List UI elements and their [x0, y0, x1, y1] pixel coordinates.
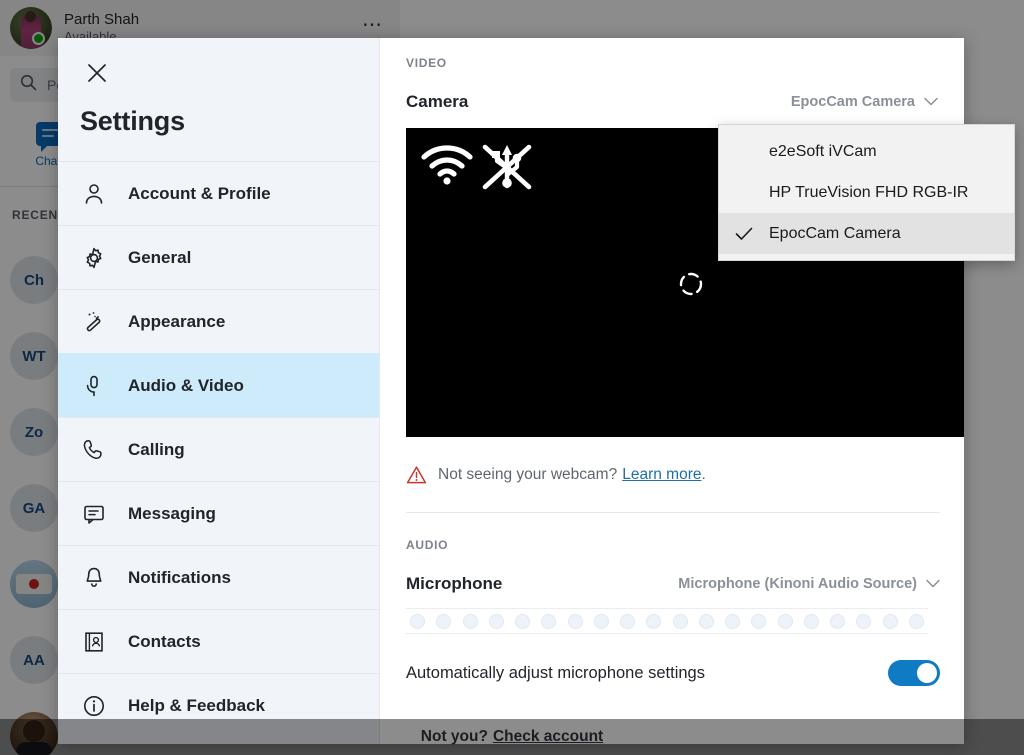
mic-level-segment — [410, 613, 425, 629]
sidebar-item-label: General — [128, 247, 192, 267]
sidebar-item-label: Calling — [128, 439, 185, 459]
webcam-warning: Not seeing your webcam? Learn more . — [406, 465, 938, 485]
auto-adjust-label: Automatically adjust microphone settings — [406, 663, 705, 682]
preview-status-icons — [420, 142, 534, 195]
mic-level-segment — [698, 613, 714, 629]
chevron-down-icon — [924, 94, 938, 110]
sidebar-item-label: Help & Feedback — [128, 695, 265, 715]
close-icon — [86, 62, 108, 89]
mic-level-segment — [751, 613, 767, 629]
microphone-select[interactable]: Microphone (Kinoni Audio Source) — [678, 576, 940, 592]
sidebar-item-label: Contacts — [128, 631, 201, 651]
sidebar-item-general[interactable]: General — [58, 225, 379, 289]
mic-level-segment — [515, 613, 530, 629]
camera-label: Camera — [406, 92, 469, 111]
info-circle-icon — [82, 694, 112, 718]
chevron-down-icon — [926, 576, 940, 592]
microphone-row: Microphone Microphone (Kinoni Audio Sour… — [406, 574, 940, 594]
mic-level-segment — [593, 613, 609, 629]
learn-more-link[interactable]: Learn more — [622, 466, 701, 484]
mic-level-segment — [777, 613, 793, 629]
camera-row: Camera EpocCam Camera — [406, 92, 938, 112]
mic-level-segment — [541, 613, 557, 629]
toggle-knob — [917, 663, 937, 683]
sidebar-item-label: Audio & Video — [128, 375, 244, 395]
magic-wand-icon — [82, 310, 112, 334]
section-divider — [406, 512, 940, 513]
mic-level-segment — [856, 613, 872, 629]
mic-level-segment — [646, 613, 662, 629]
mic-level-segment — [436, 613, 452, 629]
phone-icon — [82, 438, 112, 462]
mic-level-segment — [620, 613, 635, 629]
screen-root: Parth Shah Available ⋯ People, groups & … — [0, 0, 1024, 755]
webcam-warning-text: Not seeing your webcam? — [438, 466, 618, 483]
bell-icon — [82, 566, 112, 590]
camera-dropdown-menu: e2eSoft iVCam HP TrueVision FHD RGB-IR E… — [718, 124, 1015, 261]
sidebar-item-label: Messaging — [128, 503, 216, 523]
auto-adjust-toggle[interactable] — [888, 660, 940, 686]
checkmark-icon — [719, 227, 769, 241]
mic-level-segment — [462, 613, 478, 629]
microphone-selected-value: Microphone (Kinoni Audio Source) — [678, 576, 917, 592]
mic-level-segment — [830, 613, 845, 629]
microphone-level-meter — [406, 608, 928, 634]
webcam-warning-period: . — [701, 466, 706, 483]
microphone-label: Microphone — [406, 574, 503, 593]
dropdown-option-epoccam-camera[interactable]: EpocCam Camera — [719, 213, 1014, 254]
person-icon — [82, 182, 112, 206]
gear-icon — [82, 246, 112, 270]
warning-triangle-icon — [406, 465, 427, 485]
sidebar-item-account-profile[interactable]: Account & Profile — [58, 161, 379, 225]
banner-text: Not you? — [420, 728, 488, 745]
mic-level-segment — [672, 613, 688, 629]
auto-adjust-row: Automatically adjust microphone settings — [406, 660, 940, 686]
page-title: Settings — [80, 106, 185, 136]
sidebar-item-label: Appearance — [128, 311, 226, 331]
dropdown-option-label: HP TrueVision FHD RGB-IR — [769, 183, 969, 201]
sidebar-item-contacts[interactable]: Contacts — [58, 609, 379, 673]
dropdown-option-label: e2eSoft iVCam — [769, 142, 877, 160]
mic-level-segment — [803, 613, 819, 629]
video-section-header: VIDEO — [406, 56, 447, 70]
dropdown-option-label: EpocCam Camera — [769, 224, 901, 242]
sidebar-item-label: Notifications — [128, 567, 231, 587]
mic-level-segment — [908, 613, 924, 629]
contacts-book-icon — [82, 630, 112, 654]
mic-level-segment — [567, 613, 583, 629]
mic-level-segment — [882, 613, 898, 629]
check-account-link[interactable]: Check account — [493, 728, 603, 746]
settings-sidebar: Settings Account & Profile General Appea… — [58, 38, 380, 744]
usb-crossed-out-icon — [480, 142, 534, 195]
mic-level-segment — [725, 613, 740, 629]
camera-select[interactable]: EpocCam Camera — [791, 94, 938, 110]
dropdown-option-e2esoft-ivcam[interactable]: e2eSoft iVCam — [719, 131, 1014, 172]
check-account-banner: Not you? Check account — [0, 719, 1024, 755]
sidebar-item-label: Account & Profile — [128, 183, 271, 203]
audio-section-header: AUDIO — [406, 538, 449, 552]
sidebar-item-messaging[interactable]: Messaging — [58, 481, 379, 545]
sidebar-item-audio-video[interactable]: Audio & Video — [58, 353, 379, 417]
camera-selected-value: EpocCam Camera — [790, 94, 915, 110]
mic-level-segment — [488, 613, 504, 629]
wifi-icon — [420, 142, 474, 191]
loading-spinner-icon — [678, 271, 704, 297]
sidebar-item-calling[interactable]: Calling — [58, 417, 379, 481]
microphone-icon — [82, 374, 112, 398]
dropdown-option-hp-truevision[interactable]: HP TrueVision FHD RGB-IR — [719, 172, 1014, 213]
sidebar-item-appearance[interactable]: Appearance — [58, 289, 379, 353]
message-icon — [82, 502, 112, 526]
sidebar-item-notifications[interactable]: Notifications — [58, 545, 379, 609]
close-button[interactable] — [80, 58, 114, 92]
